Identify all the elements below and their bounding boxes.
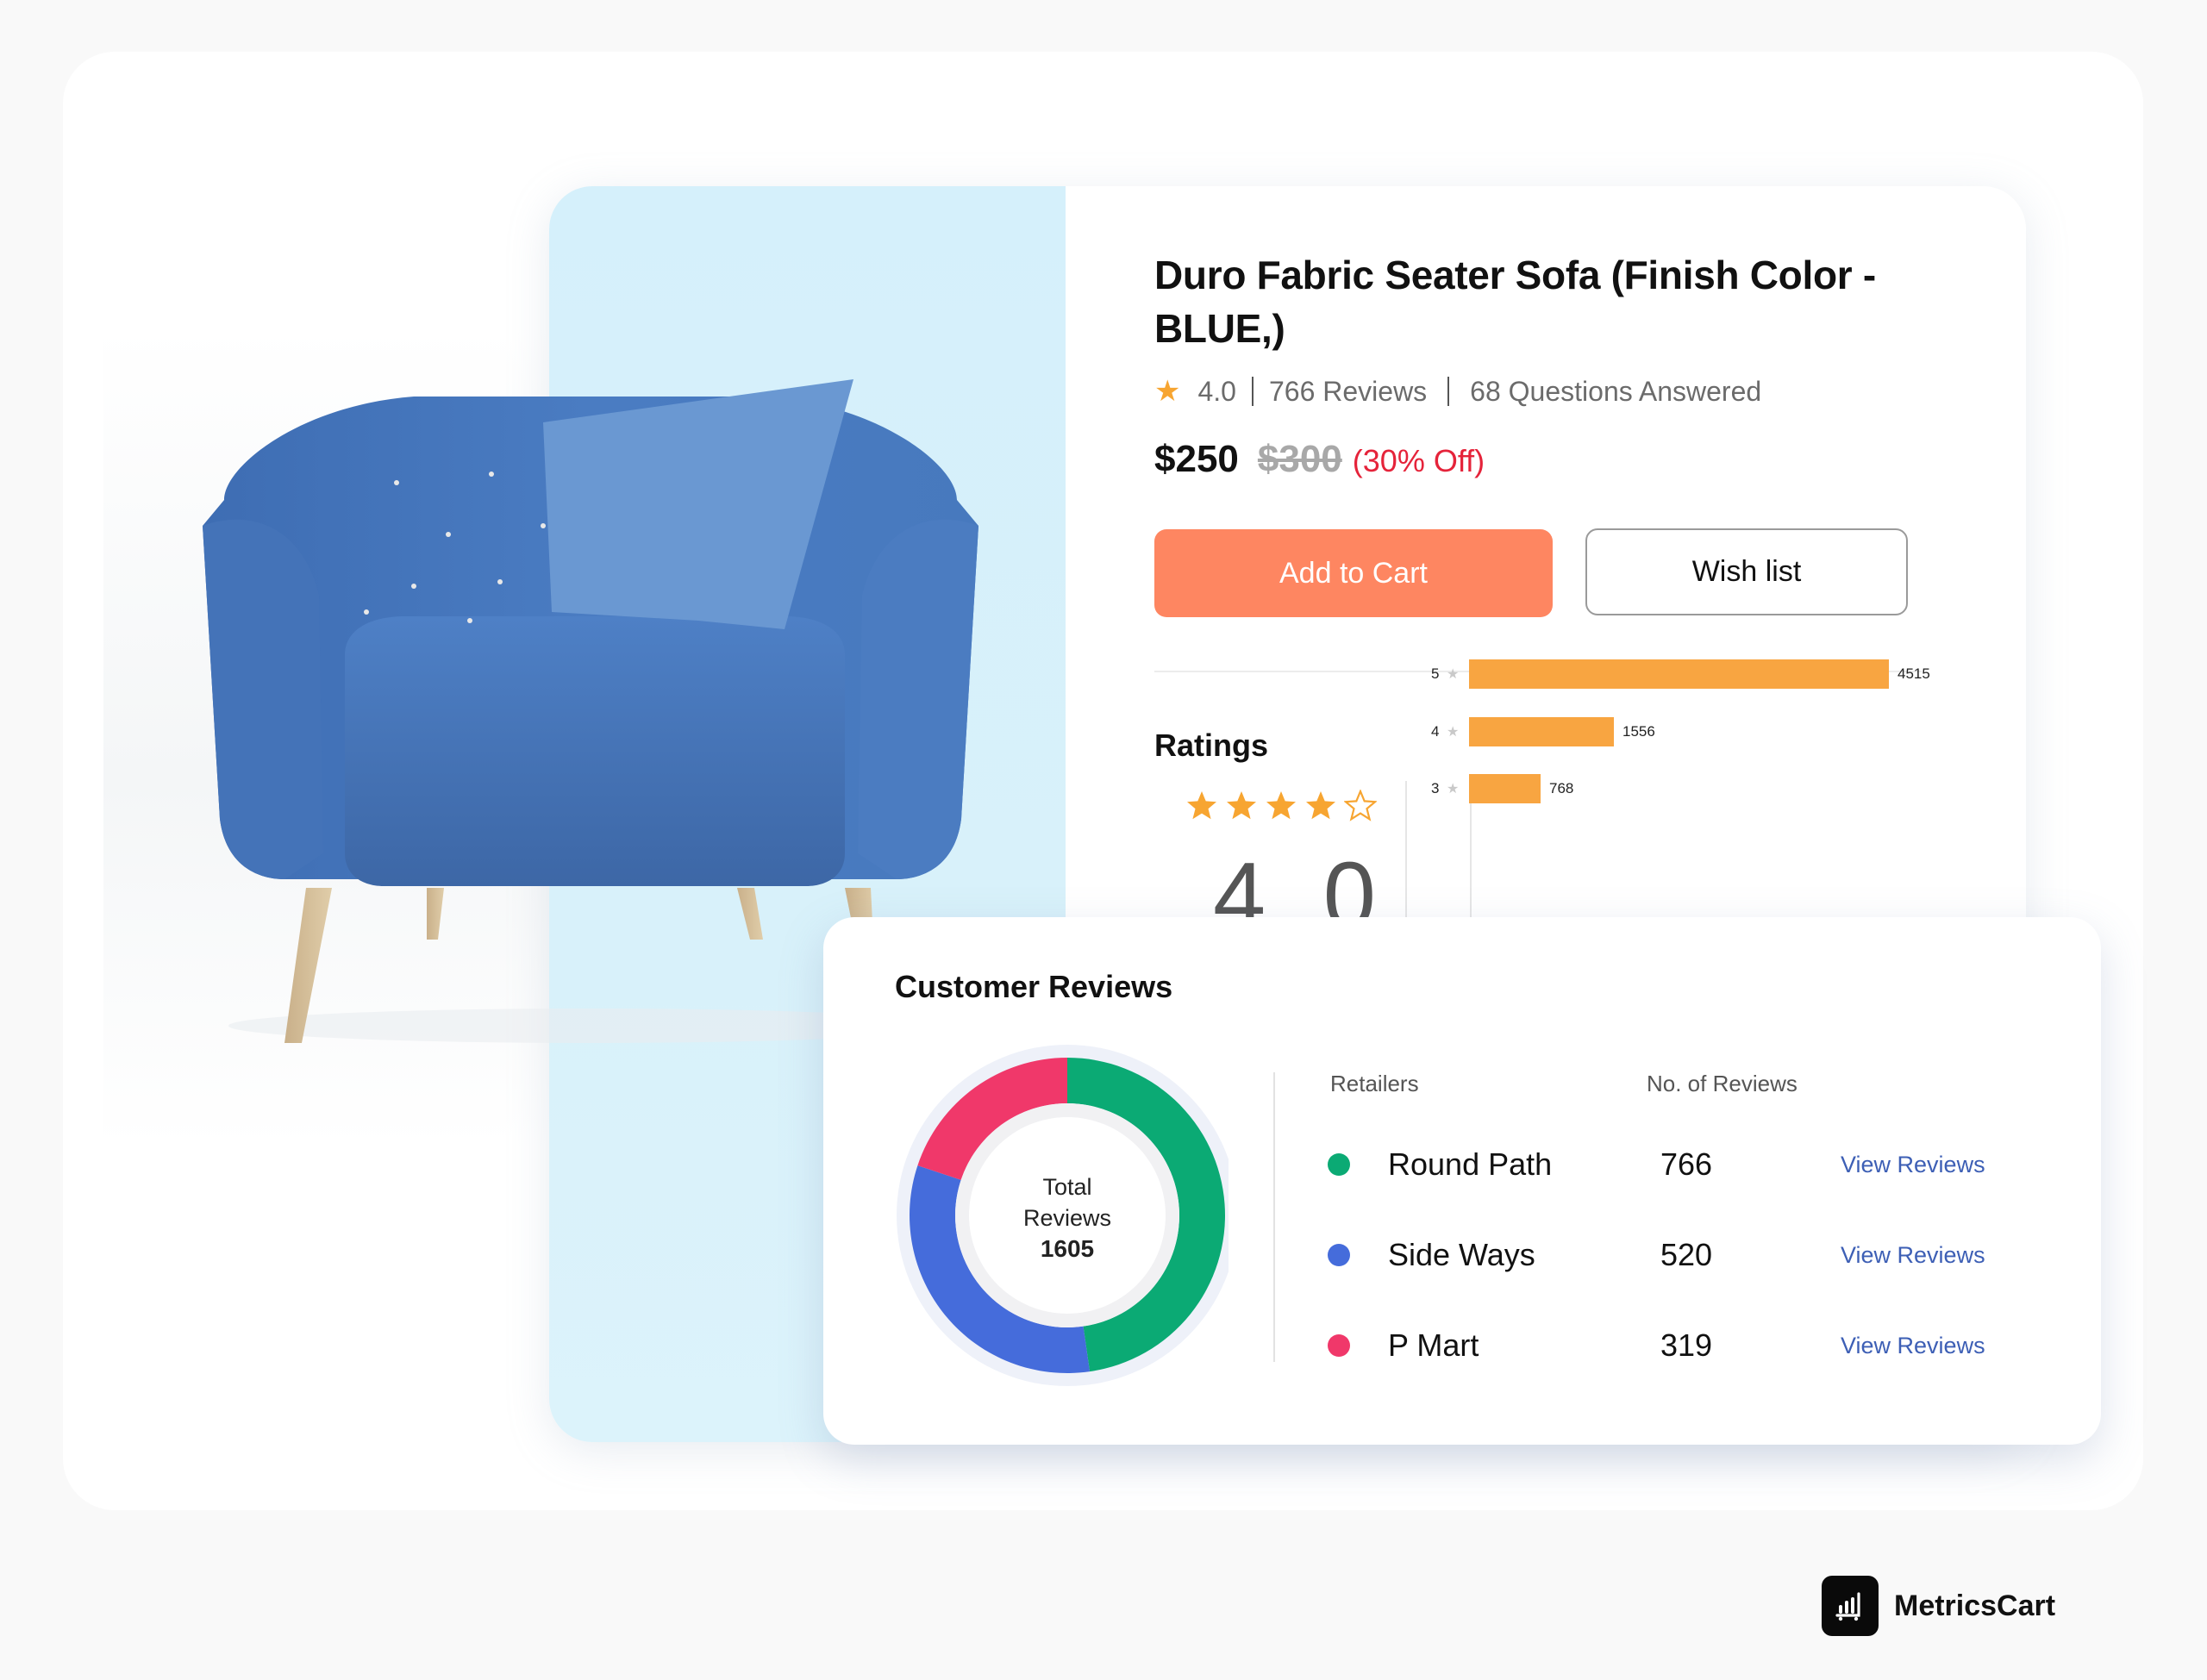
retailer-row: P Mart 319 View Reviews (1328, 1324, 2043, 1367)
retailer-row: Round Path 766 View Reviews (1328, 1143, 2043, 1186)
questions-link[interactable]: 68 Questions Answered (1470, 376, 1761, 408)
donut-label-reviews: Reviews (1023, 1205, 1111, 1231)
retailer-name: Round Path (1388, 1146, 1553, 1182)
reviews-divider (1273, 1072, 1275, 1362)
reviews-count-link[interactable]: 766 Reviews (1269, 376, 1427, 408)
add-to-cart-button[interactable]: Add to Cart (1154, 529, 1553, 617)
rating-bar-label: 3 (1431, 780, 1440, 796)
chair-leg (427, 888, 444, 940)
col-header-count: No. of Reviews (1647, 1071, 1797, 1096)
retailer-name: P Mart (1388, 1327, 1479, 1363)
wishlist-button[interactable]: Wish list (1585, 528, 1908, 615)
rating-bar (1469, 717, 1614, 746)
retailer-count: 520 (1660, 1237, 1713, 1272)
brand: MetricsCart (1822, 1576, 2055, 1636)
rating-bar (1469, 774, 1541, 803)
view-reviews-link[interactable]: View Reviews (1841, 1242, 1985, 1269)
ratings-title: Ratings (1154, 728, 1269, 763)
star-icon: ★ (1447, 667, 1460, 682)
star-filled-icon (1227, 791, 1256, 820)
rating-bar-label: 4 (1431, 723, 1440, 740)
price-row: $250 $300 (30% Off) (1154, 438, 1485, 481)
star-icon: ★ (1154, 375, 1181, 408)
rating-stars (1185, 790, 1377, 822)
customer-reviews-title: Customer Reviews (895, 969, 1173, 1004)
legend-dot-green (1328, 1153, 1350, 1176)
rating-bar-value: 4515 (1898, 665, 1930, 682)
star-filled-icon (1187, 791, 1216, 820)
rating-bar-label: 5 (1431, 665, 1440, 682)
rating-bar-row: 3 ★ 768 (1431, 774, 1573, 803)
product-title: Duro Fabric Seater Sofa (Finish Color - … (1154, 253, 1876, 351)
retailer-count: 766 (1660, 1146, 1713, 1182)
star-empty-icon (1344, 790, 1377, 821)
rating-bar-row: 5 ★ 4515 (1431, 659, 1930, 689)
rating-bar-value: 768 (1549, 780, 1574, 796)
rating-bar (1469, 659, 1889, 689)
rating-bar-row: 4 ★ 1556 (1431, 717, 1655, 746)
star-icon: ★ (1447, 782, 1460, 796)
customer-reviews-card: Customer Reviews Total Reviews 1605 Reta… (823, 917, 2101, 1445)
donut-total-value: 1605 (1041, 1235, 1094, 1262)
star-filled-icon (1266, 791, 1296, 820)
brand-name: MetricsCart (1894, 1589, 2056, 1622)
meta-separator (1251, 377, 1254, 406)
rating-bar-value: 1556 (1622, 723, 1655, 740)
reviews-donut-chart: Total Reviews 1605 (897, 1045, 1229, 1386)
donut-label-total: Total (1042, 1174, 1091, 1200)
retailer-name: Side Ways (1388, 1237, 1535, 1272)
bar-chart-cart-icon (1822, 1576, 1879, 1636)
star-filled-icon (1306, 791, 1335, 820)
view-reviews-link[interactable]: View Reviews (1841, 1152, 1985, 1178)
meta-separator (1447, 377, 1450, 406)
price-current: $250 (1154, 438, 1239, 480)
legend-dot-pink (1328, 1334, 1350, 1357)
product-meta: ★ 4.0 766 Reviews 68 Questions Answered (1154, 374, 1761, 409)
col-header-retailers: Retailers (1330, 1071, 1419, 1096)
view-reviews-link[interactable]: View Reviews (1841, 1333, 1985, 1359)
product-rating: 4.0 (1197, 375, 1236, 407)
price-original: $300 (1257, 438, 1342, 480)
star-icon: ★ (1447, 725, 1460, 740)
legend-dot-blue (1328, 1244, 1350, 1266)
discount-badge: (30% Off) (1352, 443, 1485, 478)
chair-leg (737, 888, 763, 940)
retailer-row: Side Ways 520 View Reviews (1328, 1233, 2043, 1277)
retailer-count: 319 (1660, 1327, 1713, 1363)
